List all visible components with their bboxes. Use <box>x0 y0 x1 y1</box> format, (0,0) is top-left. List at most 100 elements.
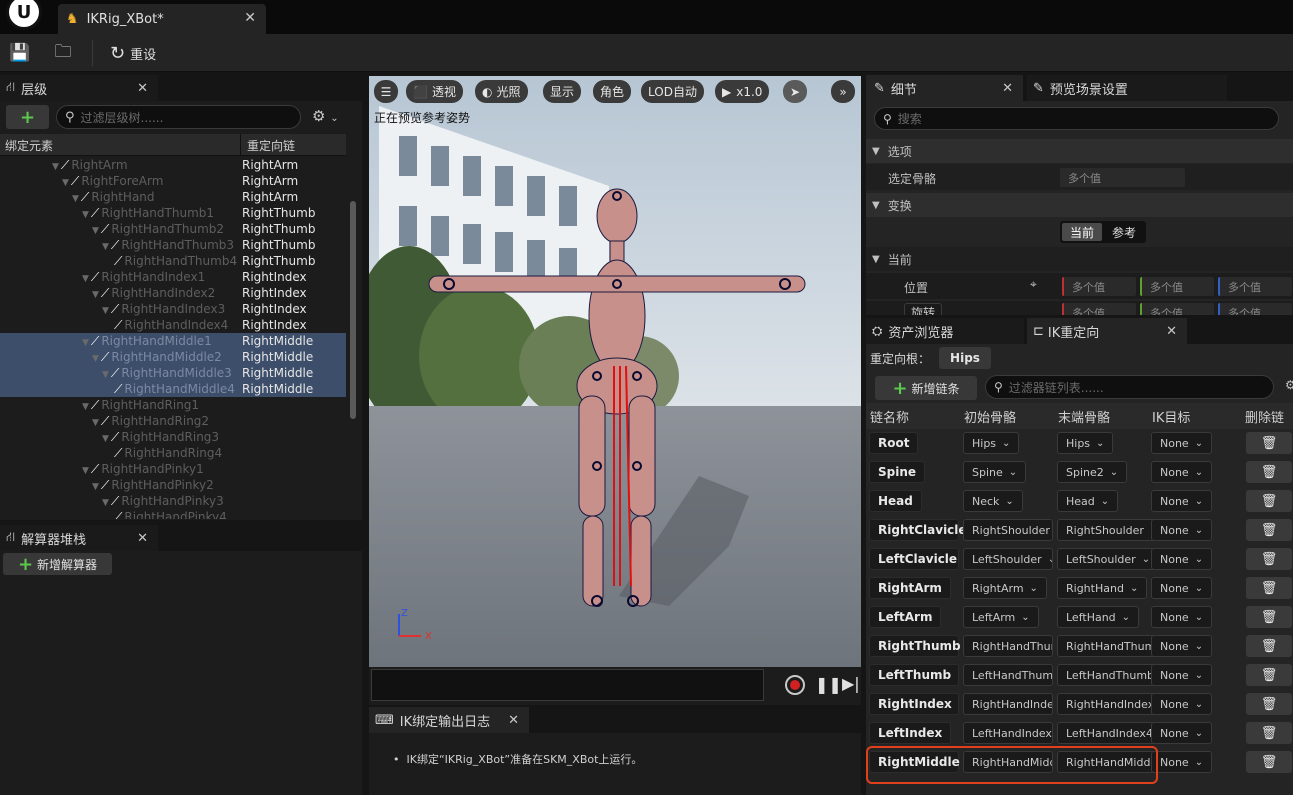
delete-chain-button[interactable]: 🗑 <box>1246 722 1292 744</box>
delete-chain-button[interactable]: 🗑 <box>1246 461 1292 483</box>
expand-arrow-icon[interactable]: ▼ <box>102 370 109 380</box>
browse-asset-icon[interactable]: 🗀 <box>52 42 74 64</box>
start-bone-dropdown[interactable]: LeftArm ⌄ <box>963 606 1039 628</box>
close-tab-icon[interactable]: ✕ <box>244 10 256 26</box>
close-retarget-icon[interactable]: ✕ <box>1166 324 1177 339</box>
col-start-bone-header[interactable]: 初始骨骼 <box>964 405 1016 427</box>
end-bone-dropdown[interactable]: Spine2 ⌄ <box>1057 461 1128 483</box>
chain-name-field[interactable]: LeftThumb <box>869 664 959 686</box>
expand-arrow-icon[interactable]: ▼ <box>102 306 109 316</box>
expand-arrow-icon[interactable]: ▼ <box>82 210 89 220</box>
expand-arrow-icon[interactable]: ▼ <box>62 178 69 188</box>
ik-goal-dropdown[interactable]: None ⌄ <box>1151 548 1213 570</box>
delete-chain-button[interactable]: 🗑 <box>1246 490 1292 512</box>
delete-chain-button[interactable]: 🗑 <box>1246 577 1292 599</box>
location-z-field[interactable]: 多个值 <box>1218 277 1292 296</box>
ik-goal-dropdown[interactable]: None ⌄ <box>1151 432 1213 454</box>
start-bone-dropdown[interactable]: Hips ⌄ <box>963 432 1020 454</box>
hierarchy-row[interactable]: ▼ ⟋ RightHandRing2 <box>0 413 346 429</box>
play-speed-button[interactable]: ▶ x1.0 <box>715 80 770 103</box>
details-search-input[interactable]: ⚲ 搜索 <box>874 107 1279 130</box>
expand-arrow-icon[interactable]: ▼ <box>82 274 89 284</box>
ik-goal-dropdown[interactable]: None ⌄ <box>1151 722 1213 744</box>
reset-location-icon[interactable]: ⌖ <box>1030 277 1037 292</box>
ik-retarget-tab[interactable]: ⊏ IK重定向 ✕ <box>1027 318 1187 344</box>
start-bone-dropdown[interactable]: RightHandThumb1⌄ <box>963 635 1053 657</box>
unreal-logo-icon[interactable]: U <box>6 0 42 30</box>
col-end-bone-header[interactable]: 末端骨骼 <box>1058 405 1110 427</box>
transform-section-header[interactable]: ▼ 变换 <box>866 193 1293 217</box>
character-button[interactable]: 角色 <box>593 80 632 103</box>
current-toggle-button[interactable]: 当前 <box>1062 223 1102 241</box>
hierarchy-scrollbar[interactable] <box>350 201 356 419</box>
ik-goal-dropdown[interactable]: None ⌄ <box>1151 519 1213 541</box>
hierarchy-row[interactable]: ⟋ RightHandMiddle4 RightMiddle <box>0 381 346 397</box>
end-bone-dropdown[interactable]: LeftHandIndex4⌄ <box>1057 722 1155 744</box>
hierarchy-row[interactable]: ▼ ⟋ RightHandPinky2 <box>0 477 346 493</box>
rotation-y-field[interactable]: 多个值 <box>1140 303 1214 315</box>
col-chain-header[interactable]: 重定向链 <box>247 137 295 154</box>
ik-goal-dropdown[interactable]: None ⌄ <box>1151 693 1213 715</box>
start-bone-dropdown[interactable]: RightShoulder⌄ <box>963 519 1053 541</box>
viewport-menu-button[interactable]: ☰ <box>374 80 398 103</box>
add-element-button[interactable]: + <box>6 105 49 129</box>
ik-goal-dropdown[interactable]: None ⌄ <box>1151 635 1213 657</box>
options-section-header[interactable]: ▼ 选项 <box>866 139 1293 163</box>
close-solver-icon[interactable]: ✕ <box>137 531 148 546</box>
end-bone-dropdown[interactable]: RightHandThumb4⌄ <box>1057 635 1155 657</box>
chain-name-field[interactable]: LeftArm <box>869 606 942 628</box>
expand-arrow-icon[interactable]: ▼ <box>102 242 109 252</box>
expand-arrow-icon[interactable]: ▼ <box>92 418 99 428</box>
hierarchy-row[interactable]: ▼ ⟋ RightHandThumb3 RightThumb <box>0 237 346 253</box>
hierarchy-row[interactable]: ▼ ⟋ RightHandMiddle2 RightMiddle <box>0 349 346 365</box>
pause-button[interactable]: ❚❚ <box>815 675 842 694</box>
timeline-track[interactable] <box>371 669 764 701</box>
close-details-icon[interactable]: ✕ <box>1002 81 1013 96</box>
end-bone-dropdown[interactable]: Head ⌄ <box>1057 490 1119 512</box>
rotation-z-field[interactable]: 多个值 <box>1218 303 1292 315</box>
start-bone-dropdown[interactable]: RightArm ⌄ <box>963 577 1047 599</box>
close-hierarchy-icon[interactable]: ✕ <box>137 81 148 96</box>
start-bone-dropdown[interactable]: RightHandIndex1⌄ <box>963 693 1053 715</box>
col-ik-goal-header[interactable]: IK目标 <box>1152 405 1190 427</box>
chain-name-field[interactable]: RightThumb <box>869 635 961 657</box>
start-bone-dropdown[interactable]: LeftShoulder ⌄ <box>963 548 1053 570</box>
chain-name-field[interactable]: LeftClavicle <box>869 548 959 570</box>
hierarchy-tab[interactable]: ⛙ 层级 ✕ <box>0 75 158 101</box>
hierarchy-row[interactable]: ⟋ RightHandRing4 <box>0 445 346 461</box>
hierarchy-row[interactable]: ▼ ⟋ RightHandMiddle1 RightMiddle <box>0 333 346 349</box>
hierarchy-row[interactable]: ▼ ⟋ RightHandMiddle3 RightMiddle <box>0 365 346 381</box>
ik-goal-dropdown[interactable]: None ⌄ <box>1151 606 1213 628</box>
hierarchy-row[interactable]: ▼ ⟋ RightForeArm RightArm <box>0 173 346 189</box>
end-bone-dropdown[interactable]: LeftShoulder ⌄ <box>1057 548 1155 570</box>
show-button[interactable]: 显示 <box>543 80 582 103</box>
delete-chain-button[interactable]: 🗑 <box>1246 606 1292 628</box>
ik-goal-dropdown[interactable]: None ⌄ <box>1151 490 1213 512</box>
delete-chain-button[interactable]: 🗑 <box>1246 635 1292 657</box>
preview-settings-tab[interactable]: ✎ 预览场景设置 <box>1027 75 1227 101</box>
output-log-tab[interactable]: ⌨ IK绑定输出日志 ✕ <box>369 707 529 733</box>
asset-tab[interactable]: ♞ IKRig_XBot* ✕ <box>58 4 266 34</box>
start-bone-dropdown[interactable]: Spine ⌄ <box>963 461 1027 483</box>
reference-toggle-button[interactable]: 参考 <box>1104 223 1144 241</box>
chain-name-field[interactable]: LeftIndex <box>869 722 952 744</box>
rotation-dropdown[interactable]: 旋转 <box>904 303 943 315</box>
hierarchy-row[interactable]: ⟋ RightHandPinky4 <box>0 509 346 520</box>
chain-filter-input[interactable]: ⚲ 过滤器链列表...... <box>985 375 1274 399</box>
delete-chain-button[interactable]: 🗑 <box>1246 751 1292 773</box>
expand-arrow-icon[interactable]: ▼ <box>92 226 99 236</box>
end-bone-dropdown[interactable]: RightHand ⌄ <box>1057 577 1148 599</box>
chain-name-field[interactable]: Head <box>869 490 922 512</box>
end-bone-dropdown[interactable]: LeftHandThumb4⌄ <box>1057 664 1155 686</box>
hierarchy-row[interactable]: ▼ ⟋ RightHandThumb1 RightThumb <box>0 205 346 221</box>
save-icon[interactable]: 💾 <box>9 42 31 64</box>
start-bone-dropdown[interactable]: Neck ⌄ <box>963 490 1023 512</box>
expand-arrow-icon[interactable]: ▼ <box>92 482 99 492</box>
lit-button[interactable]: ◐ 光照 <box>475 80 528 103</box>
viewport[interactable]: Z X ☰ ⬛ 透视 ◐ 光照 显示 角色 LOD自动 ▶ x1.0 ➤ » 正在预览… <box>369 76 861 667</box>
chain-name-field[interactable]: Root <box>869 432 919 454</box>
hierarchy-row[interactable]: ⟋ RightHandIndex4 RightIndex <box>0 317 346 333</box>
ik-goal-dropdown[interactable]: None ⌄ <box>1151 664 1213 686</box>
selected-bones-value[interactable]: 多个值 <box>1060 168 1185 187</box>
record-button[interactable] <box>785 675 805 695</box>
